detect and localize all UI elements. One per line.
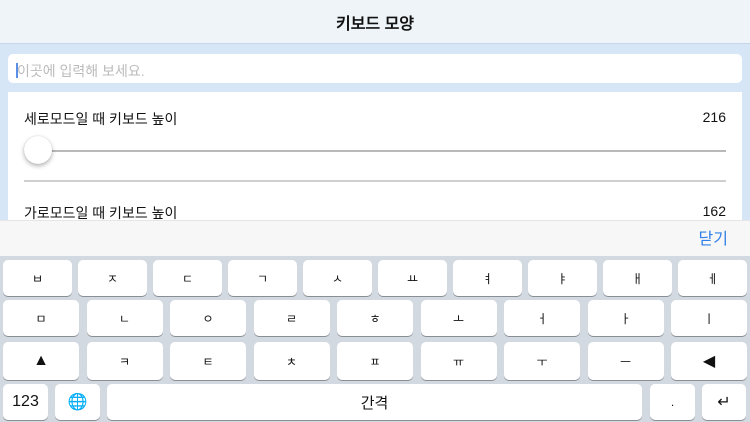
nav-title: 키보드 모양 bbox=[0, 0, 750, 44]
key-1-row2[interactable]: ㄴ bbox=[86, 300, 163, 336]
globe-icon[interactable]: 🌐 bbox=[55, 384, 100, 420]
key-6-row2[interactable]: ㅓ bbox=[504, 300, 580, 336]
keyboard: ㅂㅈㄷㄱㅅㅛㅕㅑㅐㅔㅁㄴㅇㄹㅎㅗㅓㅏㅣ ▲ ㅋㅌㅊㅍㅠㅜㅡ ◀ 123 🌐 간격. ↵ bbox=[0, 256, 750, 422]
key-5-row3[interactable]: ㅠ bbox=[420, 342, 497, 380]
return-key[interactable]: ↵ bbox=[702, 384, 746, 420]
settings-card: 세로모드일 때 키보드 높이 216 가로모드일 때 키보드 높이 162 bbox=[8, 92, 742, 220]
period-key[interactable]: . bbox=[650, 384, 695, 420]
key-4-row3[interactable]: ㅍ bbox=[337, 342, 413, 380]
key-0-row2[interactable]: ㅁ bbox=[3, 300, 79, 336]
key-6-row1[interactable]: ㅕ bbox=[453, 260, 522, 296]
key-4-row2[interactable]: ㅎ bbox=[337, 300, 413, 336]
key-7-row1[interactable]: ㅑ bbox=[528, 260, 597, 296]
close-button[interactable]: 닫기 bbox=[699, 225, 728, 249]
input-placeholder: 이곳에 입력해 보세요. bbox=[17, 63, 145, 79]
shift-key[interactable]: ▲ bbox=[3, 342, 79, 380]
key-3-row3[interactable]: ㅊ bbox=[253, 342, 330, 380]
key-7-row2[interactable]: ㅏ bbox=[587, 300, 664, 336]
text-input[interactable]: 이곳에 입력해 보세요. bbox=[8, 54, 742, 83]
key-6-row3[interactable]: ㅜ bbox=[504, 342, 580, 380]
key-8-row2[interactable]: ㅣ bbox=[671, 300, 747, 336]
portrait-height-value: 216 bbox=[702, 109, 726, 125]
portrait-height-label: 세로모드일 때 키보드 높이 bbox=[24, 111, 178, 127]
divider bbox=[24, 180, 726, 182]
backspace-key[interactable]: ◀ bbox=[671, 342, 747, 380]
key-1-row1[interactable]: ㅈ bbox=[78, 260, 147, 296]
landscape-height-value: 162 bbox=[702, 203, 726, 219]
key-5-row2[interactable]: ㅗ bbox=[420, 300, 497, 336]
landscape-height-label: 가로모드일 때 키보드 높이 bbox=[24, 205, 178, 220]
key-2-row1[interactable]: ㄷ bbox=[153, 260, 222, 296]
key-2-row3[interactable]: ㅌ bbox=[170, 342, 246, 380]
keyboard-toolbar: 닫기 bbox=[0, 220, 750, 256]
key-9-row1[interactable]: ㅔ bbox=[678, 260, 747, 296]
key-5-row1[interactable]: ㅛ bbox=[378, 260, 447, 296]
key-3-row2[interactable]: ㄹ bbox=[253, 300, 330, 336]
key-7-row3[interactable]: ㅡ bbox=[587, 342, 664, 380]
key-2-row2[interactable]: ㅇ bbox=[170, 300, 246, 336]
key-8-row1[interactable]: ㅐ bbox=[603, 260, 672, 296]
key-0-row1[interactable]: ㅂ bbox=[3, 260, 72, 296]
key-4-row1[interactable]: ㅅ bbox=[303, 260, 372, 296]
portrait-height-slider-track[interactable] bbox=[24, 150, 726, 152]
key-1-row3[interactable]: ㅋ bbox=[86, 342, 163, 380]
portrait-height-slider-thumb[interactable] bbox=[24, 136, 52, 164]
space-key[interactable]: 간격 bbox=[107, 384, 642, 420]
key-3-row1[interactable]: ㄱ bbox=[228, 260, 297, 296]
numbers-key[interactable]: 123 bbox=[3, 384, 48, 420]
